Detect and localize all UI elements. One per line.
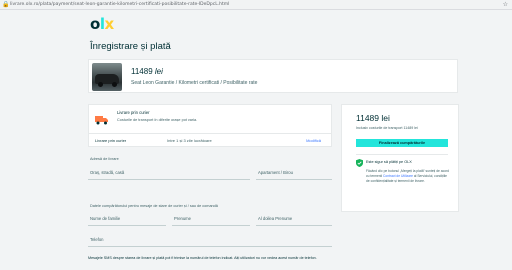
ad-price-value: 11489 [131, 67, 153, 76]
summary-divider [356, 154, 448, 155]
delivery-option-time: între 1 și 3 zile lucrătoare [167, 138, 212, 143]
contact-section-label: Datele cumpărătorului pentru mesaje de s… [90, 204, 218, 208]
apartment-field[interactable]: Apartament / Birou [256, 167, 332, 180]
lock-icon: 🔒 [2, 2, 10, 8]
ad-card[interactable]: 11489 lei Seat Leon Garantie / Kilometri… [88, 59, 458, 93]
middle-name-field[interactable]: Al doilea Prenume [256, 213, 332, 226]
first-name-field[interactable]: Prenume [172, 213, 250, 226]
ad-thumbnail [92, 63, 122, 91]
car-wheel [112, 82, 117, 87]
page-title: Înregistrare și plată [90, 41, 171, 52]
car-wheel [98, 82, 103, 87]
bookmark-star-icon[interactable]: ☆ [503, 1, 508, 9]
courier-method-label: Livrare prin curier [117, 110, 150, 115]
middle-name-placeholder: Al doilea Prenume [258, 216, 293, 221]
order-summary-card: 11489 lei Inclusiv costurile de transpor… [341, 104, 459, 212]
delivery-option-row: Livrare prin curier între 1 și 3 zile lu… [89, 133, 331, 147]
delivery-option-label: Livrare prin curier [95, 138, 127, 143]
ad-price: 11489 lei [131, 67, 163, 76]
change-delivery-link[interactable]: Modifică [306, 138, 321, 143]
summary-subtitle: Inclusiv costurile de transport 11489 le… [356, 126, 418, 130]
phone-field[interactable]: Telefon [88, 234, 332, 247]
street-address-placeholder: Oraș, stradă, casă [90, 170, 125, 175]
terms-link[interactable]: Contract de Utilizare [383, 174, 413, 178]
ad-title: Seat Leon Garantie / Kilometri certifica… [131, 80, 258, 86]
phone-placeholder: Telefon [90, 237, 104, 242]
apartment-placeholder: Apartament / Birou [258, 170, 293, 175]
olx-logo-letter: o [90, 15, 100, 33]
summary-total-price: 11489 lei [356, 113, 390, 123]
last-name-placeholder: Nume de familie [90, 216, 121, 221]
first-name-placeholder: Prenume [174, 216, 191, 221]
olx-logo-text: olx [90, 15, 114, 33]
last-name-field[interactable]: Nume de familie [88, 213, 166, 226]
url-text[interactable]: livrare.olx.ro/plata/payment/seat-leon-g… [10, 1, 229, 9]
delivery-method-box: Livrare prin curier Costurile de transpo… [88, 104, 332, 147]
courier-method-desc: Costurile de transport în diferite orașe… [117, 118, 198, 122]
address-section-label: Adresă de livrare [90, 157, 119, 161]
truck-icon [95, 116, 108, 125]
browser-address-bar[interactable]: 🔒 livrare.olx.ro/plata/payment/seat-leon… [0, 0, 512, 10]
olx-logo[interactable]: olx [90, 15, 114, 33]
shield-check-icon [356, 159, 363, 167]
sms-note: Mesajele SMS despre starea de livrare și… [88, 256, 317, 260]
ad-price-currency: lei [154, 67, 163, 76]
street-address-field[interactable]: Oraș, stradă, casă [88, 167, 250, 180]
olx-logo-letter: x [104, 15, 114, 33]
safe-payment-text: Este sigur să plătiți pe OLX [366, 160, 412, 164]
finalize-purchase-button[interactable]: Finalizează cumpărăturile [356, 139, 448, 147]
terms-text: Făcând clic pe butonul „Mergeți la plată… [366, 169, 450, 184]
